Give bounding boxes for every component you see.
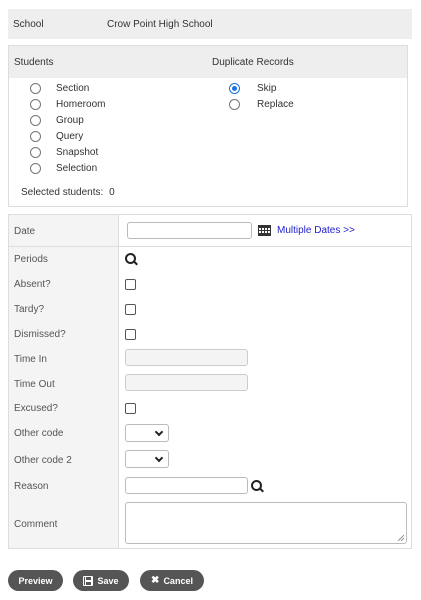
save-icon [83,575,94,586]
cancel-button[interactable]: ✖ Cancel [140,570,204,591]
time-in-input[interactable] [125,349,248,366]
preview-button[interactable]: Preview [8,570,63,591]
radio-group[interactable]: Group [30,112,84,128]
radio-section[interactable]: Section [30,80,89,96]
radio-button[interactable] [30,82,41,94]
absent-checkbox[interactable] [125,279,136,290]
absent-row: Absent? [9,276,411,296]
radio-button[interactable] [30,146,41,158]
school-value: Crow Point High School [107,18,213,30]
radio-label: Section [56,82,90,94]
date-input[interactable] [127,222,252,239]
radio-label: Homeroom [56,98,106,110]
radio-label: Replace [257,98,294,110]
other-code-label: Other code [14,428,64,439]
other-code-select[interactable] [125,424,169,442]
dismissed-checkbox[interactable] [125,329,136,340]
tardy-row: Tardy? [9,301,411,321]
other-code-2-label: Other code 2 [14,455,72,466]
search-icon[interactable] [125,253,138,266]
radio-selection[interactable]: Selection [30,160,97,176]
time-in-label: Time In [14,354,47,365]
radio-label: Group [56,114,84,126]
radio-skip[interactable]: Skip [229,80,276,96]
selected-students: Selected students: 0 [21,187,115,198]
tardy-checkbox[interactable] [125,304,136,315]
radio-button[interactable] [30,98,41,110]
radio-label: Selection [56,162,98,174]
date-row: Date Multiple Dates >> [9,215,411,246]
radio-replace[interactable]: Replace [229,96,294,112]
dismissed-label: Dismissed? [14,329,66,340]
radio-button-checked[interactable] [229,82,240,94]
students-heading: Students [14,57,54,68]
radio-label: Snapshot [56,146,99,158]
search-icon[interactable] [251,480,264,493]
time-out-row: Time Out [9,374,411,396]
radio-query[interactable]: Query [30,128,83,144]
cancel-button-label: Cancel [163,575,193,586]
time-in-row: Time In [9,349,411,371]
periods-label: Periods [14,254,48,265]
save-button[interactable]: Save [73,570,129,591]
calendar-icon[interactable] [258,225,271,236]
other-code-row: Other code [9,424,411,446]
selected-students-label: Selected students: [21,187,104,198]
save-button-label: Save [97,575,119,586]
time-out-label: Time Out [14,379,55,390]
dismissed-row: Dismissed? [9,326,411,346]
duplicates-heading: Duplicate Records [212,57,294,68]
radio-label: Skip [257,82,277,94]
radio-snapshot[interactable]: Snapshot [30,144,98,160]
attendance-form: Date Multiple Dates >> Periods Absent? T… [8,214,412,549]
periods-row: Periods [9,251,411,271]
radio-button[interactable] [30,130,41,142]
selected-students-count: 0 [109,187,115,198]
date-label: Date [14,226,36,237]
students-panel: Students Duplicate Records Section Homer… [8,45,408,207]
radio-button[interactable] [30,162,41,174]
students-panel-header: Students Duplicate Records [9,46,407,78]
school-row: School Crow Point High School [8,9,412,39]
row-divider [9,246,411,247]
close-icon: ✖ [151,575,160,586]
radio-label: Query [56,130,84,142]
school-label: School [13,18,44,30]
radio-button[interactable] [30,114,41,126]
preview-button-label: Preview [18,575,53,586]
excused-label: Excused? [14,403,58,414]
absent-label: Absent? [14,279,51,290]
comment-textarea[interactable] [125,502,407,544]
reason-label: Reason [14,481,49,492]
comment-label: Comment [14,519,58,530]
comment-row: Comment [9,502,411,546]
excused-row: Excused? [9,401,411,421]
time-out-input[interactable] [125,374,248,391]
radio-button[interactable] [229,98,240,110]
radio-homeroom[interactable]: Homeroom [30,96,105,112]
other-code-2-row: Other code 2 [9,450,411,472]
tardy-label: Tardy? [14,304,45,315]
other-code-2-select[interactable] [125,450,169,468]
reason-input[interactable] [125,477,248,494]
excused-checkbox[interactable] [125,403,136,414]
multiple-dates-link[interactable]: Multiple Dates >> [277,225,355,236]
reason-row: Reason [9,476,411,498]
